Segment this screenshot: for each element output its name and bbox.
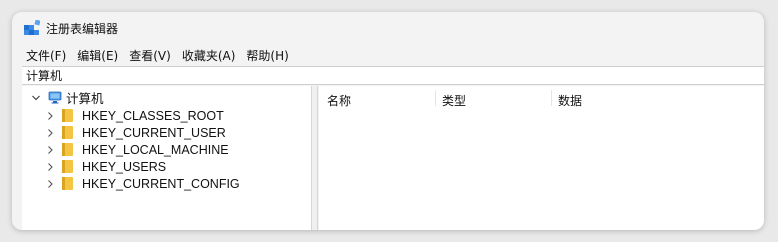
column-header-data[interactable]: 数据 xyxy=(558,92,582,109)
registry-editor-icon xyxy=(24,19,41,36)
tree-item-hku[interactable]: HKEY_USERS xyxy=(44,158,166,175)
tree-item-hkcr[interactable]: HKEY_CLASSES_ROOT xyxy=(44,107,224,124)
pane-splitter[interactable] xyxy=(312,86,318,230)
chevron-right-icon[interactable] xyxy=(44,127,56,139)
folder-icon xyxy=(62,143,73,156)
chevron-right-icon[interactable] xyxy=(44,178,56,190)
menu-favorites[interactable]: 收藏夹(A) xyxy=(182,47,236,64)
address-input[interactable]: 计算机 xyxy=(26,67,62,84)
column-divider[interactable] xyxy=(435,90,436,106)
tree-item-label: HKEY_CURRENT_USER xyxy=(82,125,226,140)
folder-icon xyxy=(62,109,73,122)
chevron-right-icon[interactable] xyxy=(44,161,56,173)
column-header-name[interactable]: 名称 xyxy=(327,92,351,109)
computer-icon xyxy=(48,91,62,104)
folder-icon xyxy=(62,126,73,139)
menu-file[interactable]: 文件(F) xyxy=(26,47,66,64)
chevron-down-icon[interactable] xyxy=(30,92,42,104)
folder-icon xyxy=(62,160,73,173)
tree-item-label: HKEY_LOCAL_MACHINE xyxy=(82,142,229,157)
chevron-right-icon[interactable] xyxy=(44,144,56,156)
menu-bar: 文件(F) 编辑(E) 查看(V) 收藏夹(A) 帮助(H) xyxy=(12,45,764,65)
tree-item-computer[interactable]: 计算机 xyxy=(30,89,104,106)
tree-item-hklm[interactable]: HKEY_LOCAL_MACHINE xyxy=(44,141,229,158)
title-bar: 注册表编辑器 xyxy=(12,12,764,44)
tree-item-label: HKEY_CURRENT_CONFIG xyxy=(82,176,240,191)
chevron-right-icon[interactable] xyxy=(44,110,56,122)
registry-editor-window: 注册表编辑器 文件(F) 编辑(E) 查看(V) 收藏夹(A) 帮助(H) 计算… xyxy=(12,12,764,230)
column-header-type[interactable]: 类型 xyxy=(442,92,466,109)
tree-item-label: HKEY_USERS xyxy=(82,159,167,174)
menu-view[interactable]: 查看(V) xyxy=(129,47,171,64)
tree-item-hkcu[interactable]: HKEY_CURRENT_USER xyxy=(44,124,226,141)
folder-icon xyxy=(62,177,73,190)
menu-help[interactable]: 帮助(H) xyxy=(246,47,288,64)
tree-pane[interactable]: 计算机 HKEY_CLASSES_ROOT HKEY_CURRENT_USER … xyxy=(22,86,312,230)
tree-item-hkcc[interactable]: HKEY_CURRENT_CONFIG xyxy=(44,175,240,192)
values-list-pane[interactable]: 名称 类型 数据 xyxy=(319,86,764,230)
window-title: 注册表编辑器 xyxy=(46,21,119,36)
address-bar[interactable]: 计算机 xyxy=(22,66,764,85)
column-divider[interactable] xyxy=(551,90,552,106)
tree-item-label: HKEY_CLASSES_ROOT xyxy=(82,108,224,123)
menu-edit[interactable]: 编辑(E) xyxy=(77,47,118,64)
tree-item-label: 计算机 xyxy=(66,92,104,106)
